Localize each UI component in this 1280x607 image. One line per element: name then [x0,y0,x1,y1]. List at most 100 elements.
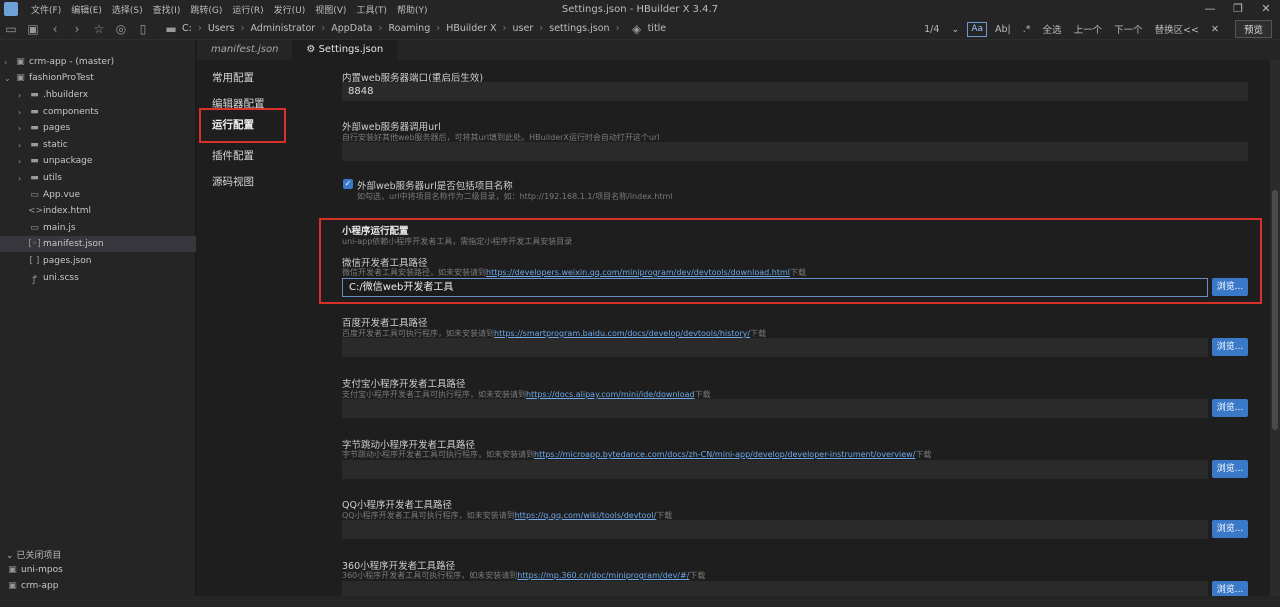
window-controls: — ❐ ✕ [1196,0,1280,18]
menu-select[interactable]: 选择(S) [107,3,148,16]
bytedance-tool-desc: 字节跳动小程序开发者工具可执行程序，如未安装请到https://microapp… [342,450,932,459]
run-icon[interactable]: ◎ [110,22,132,36]
tree-file[interactable]: [◦] manifest.json [0,236,196,252]
breadcrumb-item[interactable]: AppData [331,23,372,34]
breadcrumb-item[interactable]: HBuilder X [446,23,496,34]
tab-manifest[interactable]: manifest.json [197,40,292,60]
menu-help[interactable]: 帮助(Y) [392,3,433,16]
folder-icon: ▬ [30,173,39,183]
project-item[interactable]: ⌄ ▣ fashionProTest [4,70,94,86]
chevron-right-icon: › [18,156,22,166]
forward-icon[interactable]: › [66,22,88,36]
sidebar-toggle-icon[interactable]: ▭ [0,22,22,36]
match-case-toggle[interactable]: Aa [967,21,988,37]
html-file-icon: <> [28,206,44,216]
tree-folder[interactable]: › ▬ components [18,104,99,120]
save-icon[interactable]: ▣ [22,22,44,36]
qq-path-input[interactable] [342,520,1208,539]
replace-toggle-button[interactable]: 替换区<< [1155,22,1199,36]
wechat-browse-button[interactable]: 浏览... [1212,278,1248,296]
breadcrumb-item[interactable]: user [513,23,534,34]
close-window-icon[interactable]: ✕ [1252,0,1280,18]
include-name-checkbox[interactable]: ✓ [343,179,353,189]
mp-section-title: 小程序运行配置 [342,226,409,237]
menu-tools[interactable]: 工具(T) [351,3,392,16]
title-bar: 文件(F) 编辑(E) 选择(S) 查找(I) 跳转(G) 运行(R) 发行(U… [0,0,1280,18]
baidu-browse-button[interactable]: 浏览... [1212,338,1248,356]
port-input[interactable]: 8848 [342,82,1248,101]
wechat-download-link[interactable]: https://developers.weixin.qq.com/minipro… [486,268,790,277]
tree-folder[interactable]: › ▬ .hbuilderx [18,87,88,103]
menu-view[interactable]: 视图(V) [310,3,351,16]
tree-file[interactable]: ▭ App.vue [28,187,80,203]
settings-nav-plugins[interactable]: 插件配置 [212,148,254,163]
menu-publish[interactable]: 发行(U) [269,3,311,16]
folder-icon: ▬ [30,156,39,166]
breadcrumb-item[interactable]: settings.json [549,23,609,34]
alipay-path-input[interactable] [342,399,1208,418]
whole-word-toggle[interactable]: Ab| [995,24,1011,35]
project-item[interactable]: › ▣ crm-app - (master) [4,54,114,70]
closed-project-item[interactable]: ▣ uni-mpos [6,562,63,578]
bytedance-path-input[interactable] [342,460,1208,479]
360-download-link[interactable]: https://mp.360.cn/doc/miniprogram/dev/#/ [517,571,689,580]
bytedance-browse-button[interactable]: 浏览... [1212,460,1248,478]
select-all-button[interactable]: 全选 [1043,22,1062,36]
settings-nav-common[interactable]: 常用配置 [212,70,254,85]
close-find-icon[interactable]: ✕ [1211,24,1219,35]
chevron-down-icon[interactable]: ⌄ [951,24,959,35]
chevron-down-icon: ⌄ [6,551,17,561]
tree-file[interactable]: ▭ main.js [28,220,75,236]
breadcrumb-title[interactable]: title [648,23,667,34]
breadcrumb-item[interactable]: Roaming [388,23,430,34]
tree-folder[interactable]: › ▬ utils [18,170,62,186]
wechat-path-input[interactable]: C:/微信web开发者工具 [342,278,1208,297]
tree-folder[interactable]: › ▬ unpackage [18,153,92,169]
breadcrumb-item[interactable]: Administrator [250,23,315,34]
external-url-label: 外部web服务器调用url [342,122,441,133]
tree-file[interactable]: <> index.html [28,203,91,219]
qq-download-link[interactable]: https://q.qq.com/wiki/tools/devtool/ [515,511,657,520]
closed-projects-header[interactable]: ⌄ 已关闭项目 [6,548,61,561]
baidu-download-link[interactable]: https://smartprogram.baidu.com/docs/deve… [494,329,750,338]
breadcrumb-item[interactable]: Users [208,23,235,34]
next-match-button[interactable]: 下一个 [1114,22,1143,36]
find-bar: 1/4 ⌄ Aa Ab| .* 全选 上一个 下一个 替换区<< ✕ 预览 [918,18,1272,40]
qq-browse-button[interactable]: 浏览... [1212,520,1248,538]
settings-nav-source[interactable]: 源码视图 [212,174,254,189]
baidu-path-input[interactable] [342,338,1208,357]
prev-match-button[interactable]: 上一个 [1074,22,1103,36]
chevron-right-icon: › [4,57,8,67]
menu-run[interactable]: 运行(R) [227,3,268,16]
alipay-browse-button[interactable]: 浏览... [1212,399,1248,417]
layout-icon[interactable]: ▯ [132,22,154,36]
folder-icon: ▬ [30,90,39,100]
tree-folder[interactable]: › ▬ static [18,137,68,153]
maximize-icon[interactable]: ❐ [1224,0,1252,18]
tree-file[interactable]: [ ] pages.json [28,253,92,269]
preview-button[interactable]: 预览 [1234,20,1272,38]
star-icon[interactable]: ☆ [88,22,110,36]
chevron-right-icon: › [18,123,22,133]
tab-settings[interactable]: ⚙ Settings.json [292,40,398,60]
closed-project-item[interactable]: ▣ crm-app [6,578,58,594]
menu-find[interactable]: 查找(I) [148,3,186,16]
json-file-icon: [ ] [29,256,40,266]
external-url-input[interactable] [342,142,1248,161]
breadcrumb-item[interactable]: C: [182,23,192,34]
menu-edit[interactable]: 编辑(E) [66,3,107,16]
back-icon[interactable]: ‹ [44,22,66,36]
settings-nav-run[interactable]: 运行配置 [199,108,286,143]
regex-icon[interactable]: .* [1023,24,1031,35]
alipay-download-link[interactable]: https://docs.alipay.com/mini/ide/downloa… [526,390,695,399]
tree-file[interactable]: ꝭ uni.scss [28,270,78,286]
menu-goto[interactable]: 跳转(G) [185,3,227,16]
scrollbar-thumb[interactable] [1272,190,1278,430]
bytedance-download-link[interactable]: https://microapp.bytedance.com/docs/zh-C… [534,450,915,459]
settings-content: 内置web服务器端口(重启后生效) 8848 外部web服务器调用url 自行安… [315,60,1270,607]
tree-folder[interactable]: › ▬ pages [18,120,70,136]
menu-file[interactable]: 文件(F) [26,3,66,16]
minimize-icon[interactable]: — [1196,0,1224,18]
project-sidebar: › ▣ crm-app - (master) ⌄ ▣ fashionProTest › ▬… [0,40,196,607]
vertical-scrollbar[interactable] [1270,60,1280,607]
